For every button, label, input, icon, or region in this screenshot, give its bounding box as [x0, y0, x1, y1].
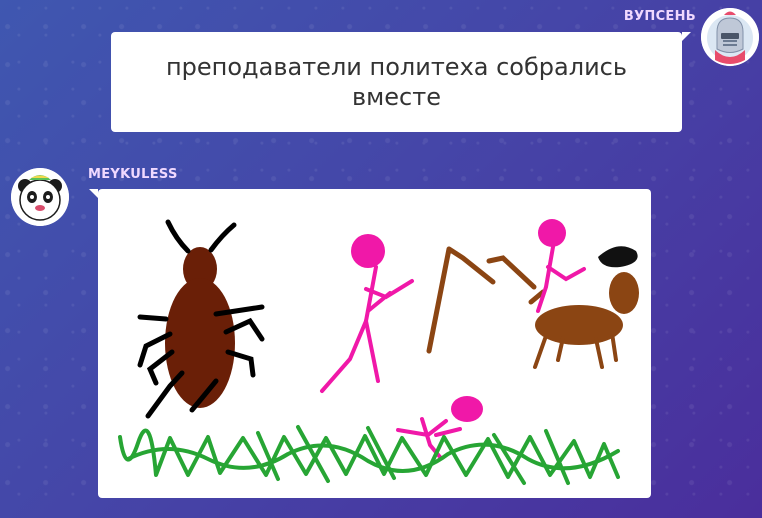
knight-avatar: [701, 8, 759, 66]
stick-figure-drawing: [320, 234, 414, 393]
message-bubble: преподаватели политеха собрались вместе: [111, 32, 691, 132]
username-label: MEYKULESS: [88, 167, 178, 182]
horse-rider-drawing: [533, 219, 639, 369]
grass-drawing: [118, 425, 620, 485]
username-label: ВУПСЕНЬ: [623, 9, 696, 24]
panda-avatar: [11, 168, 69, 226]
cockroach-drawing: [137, 219, 265, 419]
rope-drawing: [426, 246, 546, 354]
drawing-bubble: [89, 189, 651, 498]
message-text: преподаватели политеха собрались вместе: [165, 53, 628, 111]
